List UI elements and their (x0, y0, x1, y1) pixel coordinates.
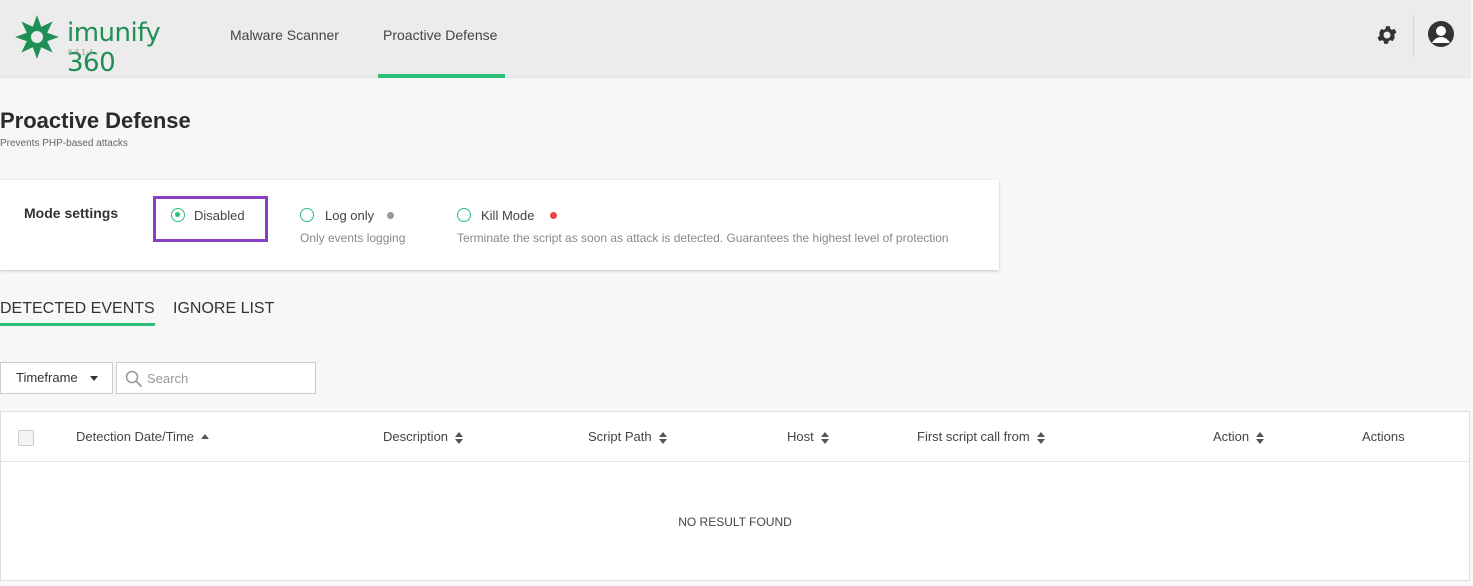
timeframe-label: Timeframe (16, 370, 78, 385)
table-header: Detection Date/Time Description Script P… (1, 412, 1469, 462)
column-header-actions: Actions (1362, 429, 1405, 444)
app-version: 6.3.1-4 (68, 48, 93, 57)
sort-icon (658, 431, 668, 444)
tab-detected-events[interactable]: DETECTED EVENTS (0, 300, 155, 326)
timeframe-dropdown[interactable]: Timeframe (0, 362, 113, 394)
radio-kill-mode[interactable] (457, 208, 471, 222)
sort-icon (454, 431, 464, 444)
column-header-host[interactable]: Host (787, 429, 830, 444)
tab-ignore-list[interactable]: IGNORE LIST (173, 300, 274, 323)
sort-icon (820, 431, 830, 444)
column-header-action[interactable]: Action (1213, 429, 1265, 444)
nav-tab-malware-scanner[interactable]: Malware Scanner (230, 0, 339, 78)
user-avatar-icon[interactable] (1427, 20, 1455, 48)
column-header-detection-date[interactable]: Detection Date/Time (76, 429, 210, 444)
sort-asc-icon (200, 433, 210, 442)
nav-tab-proactive-defense[interactable]: Proactive Defense (378, 0, 505, 78)
log-only-indicator-dot (387, 212, 394, 219)
select-all-checkbox[interactable] (18, 430, 34, 446)
sort-icon (1255, 431, 1265, 444)
gear-icon[interactable] (1375, 23, 1399, 47)
top-navigation-bar: imunify 360 6.3.1-4 Malware Scanner Proa… (0, 0, 1471, 78)
mode-settings-card: Mode settings Disabled Log only Only eve… (0, 180, 999, 270)
column-header-first-script-call[interactable]: First script call from (917, 429, 1046, 444)
mode-option-kill-mode-label[interactable]: Kill Mode (481, 208, 534, 223)
sort-icon (1036, 431, 1046, 444)
radio-disabled[interactable] (171, 208, 185, 222)
page-subtitle: Prevents PHP-based attacks (0, 138, 128, 149)
search-icon (125, 370, 143, 388)
page-title: Proactive Defense (0, 108, 191, 133)
kill-mode-description: Terminate the script as soon as attack i… (457, 231, 949, 245)
column-header-description[interactable]: Description (383, 429, 464, 444)
empty-table-message: NO RESULT FOUND (678, 515, 792, 529)
kill-mode-indicator-dot (550, 212, 557, 219)
mode-option-log-only-label[interactable]: Log only (325, 208, 374, 223)
caret-down-icon (90, 376, 98, 381)
column-header-script-path[interactable]: Script Path (588, 429, 668, 444)
radio-log-only[interactable] (300, 208, 314, 222)
imunify360-logo[interactable]: imunify 360 6.3.1-4 (12, 12, 202, 78)
events-table: Detection Date/Time Description Script P… (0, 411, 1470, 581)
log-only-description: Only events logging (300, 231, 406, 245)
mode-option-disabled-label[interactable]: Disabled (194, 208, 245, 223)
logo-icon (15, 15, 59, 59)
mode-settings-label: Mode settings (24, 205, 119, 221)
search-input[interactable] (147, 368, 307, 388)
nav-divider (1413, 14, 1414, 58)
search-box[interactable] (116, 362, 316, 394)
